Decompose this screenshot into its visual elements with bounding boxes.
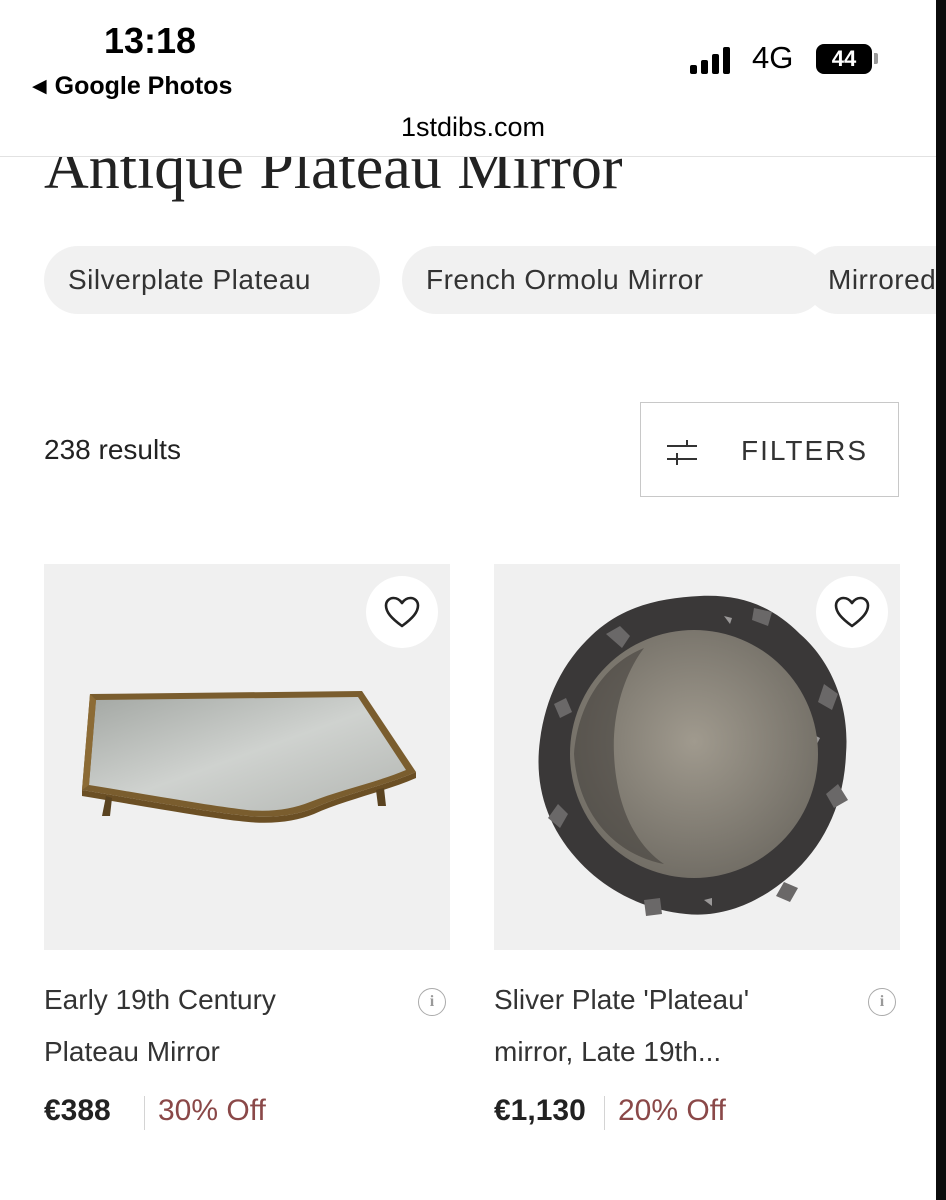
battery-icon: 44 (816, 44, 872, 74)
battery-cap (874, 53, 878, 64)
results-count: 238 results (44, 434, 181, 465)
url-bar[interactable]: 1stdibs.com (0, 112, 946, 143)
product-discount: 20% Off (618, 1094, 726, 1127)
title-area: Antique Plateau Mirror (0, 157, 946, 217)
favorite-button[interactable] (816, 576, 888, 648)
filters-label: FILTERS (741, 435, 869, 466)
heart-outline-icon (384, 596, 420, 628)
price-divider (144, 1096, 145, 1130)
back-app-label: Google Photos (54, 72, 233, 100)
status-time: 13:18 (104, 20, 197, 61)
network-type: 4G (752, 40, 794, 75)
product-title[interactable]: Sliver Plate 'Plateau' mirror, Late 19th… (494, 974, 824, 1078)
info-circle-icon[interactable]: i (868, 988, 896, 1016)
filters-button[interactable]: FILTERS (640, 402, 899, 497)
product-image[interactable] (494, 564, 900, 950)
product-title[interactable]: Early 19th Century Plateau Mirror (44, 974, 374, 1078)
chip-mirrored[interactable]: Mirrored (804, 246, 946, 314)
page-title: Antique Plateau Mirror (44, 157, 623, 202)
product-price: €1,130 (494, 1094, 586, 1127)
back-triangle-icon: ◀ (32, 76, 47, 97)
cellular-signal-icon (690, 46, 730, 74)
heart-outline-icon (834, 596, 870, 628)
related-search-chips: Silverplate Plateau French Ormolu Mirror… (44, 246, 946, 314)
favorite-button[interactable] (366, 576, 438, 648)
chip-silverplate-plateau[interactable]: Silverplate Plateau (44, 246, 380, 314)
info-circle-icon[interactable]: i (418, 988, 446, 1016)
product-image[interactable] (44, 564, 450, 950)
product-price: €388 (44, 1094, 111, 1127)
back-to-app-link[interactable]: ◀ Google Photos (32, 72, 232, 101)
screen-edge (936, 0, 946, 1200)
price-divider (604, 1096, 605, 1130)
product-discount: 30% Off (158, 1094, 266, 1127)
chip-french-ormolu-mirror[interactable]: French Ormolu Mirror (402, 246, 826, 314)
filter-sliders-icon (667, 440, 697, 465)
